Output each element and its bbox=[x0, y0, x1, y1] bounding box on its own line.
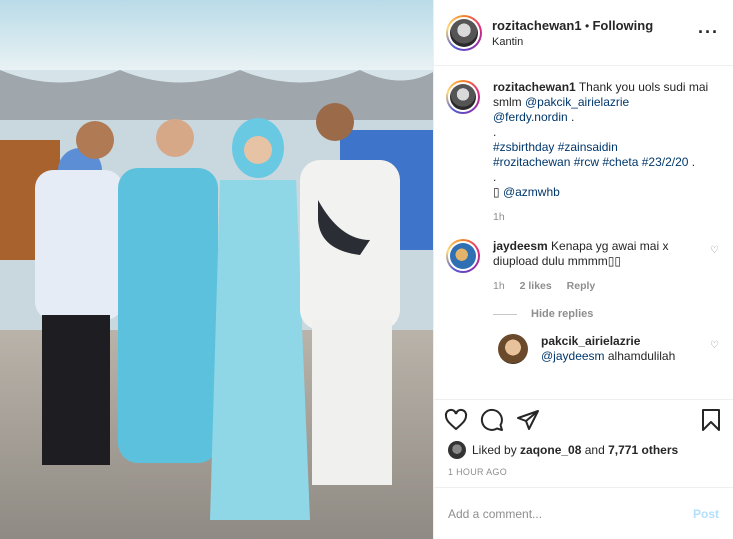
post-sidebar: rozitachewan1 • Following Kantin ··· roz… bbox=[433, 0, 733, 539]
liker-avatar[interactable] bbox=[448, 441, 466, 459]
add-comment-input[interactable] bbox=[448, 506, 693, 521]
commenter-avatar[interactable] bbox=[446, 239, 480, 273]
photo-illustration bbox=[0, 0, 433, 539]
hashtag-links[interactable]: #rozitachewan #rcw #cheta #23/2/20 bbox=[493, 155, 688, 169]
comments-list[interactable]: rozitachewan1 Thank you uols sudi mai sm… bbox=[434, 66, 733, 399]
comment-likes[interactable]: 2 likes bbox=[520, 280, 552, 292]
mention-link[interactable]: @ferdy.nordin bbox=[493, 110, 568, 124]
comment-icon[interactable] bbox=[480, 408, 504, 432]
reply-mention-link[interactable]: @jaydeesm bbox=[541, 349, 605, 363]
caption-text: . bbox=[688, 155, 696, 169]
author-username[interactable]: rozitachewan1 bbox=[492, 18, 582, 33]
hide-replies-button[interactable]: Hide replies bbox=[493, 308, 719, 320]
caption-username[interactable]: rozitachewan1 bbox=[493, 80, 576, 94]
post-timestamp[interactable]: 1 HOUR AGO bbox=[434, 461, 733, 487]
likes-prefix: Liked by bbox=[472, 443, 517, 457]
liker-username[interactable]: zaqone_08 bbox=[520, 443, 581, 457]
post-photo[interactable] bbox=[0, 0, 433, 539]
likes-count[interactable]: 7,771 others bbox=[608, 443, 678, 457]
post-button[interactable]: Post bbox=[693, 507, 719, 521]
divider-line bbox=[493, 313, 517, 315]
caption-text: . bbox=[567, 110, 575, 124]
share-icon[interactable] bbox=[516, 408, 540, 432]
hashtag-links[interactable]: #zsbirthday #zainsaidin bbox=[493, 140, 618, 154]
reply-text: alhamdulilah bbox=[604, 349, 676, 363]
reply-comment: pakcik_airielazrie @jaydeesm alhamdulila… bbox=[498, 334, 719, 364]
caption-dot: . bbox=[493, 125, 497, 139]
post-header: rozitachewan1 • Following Kantin ··· bbox=[434, 0, 733, 66]
following-button[interactable]: Following bbox=[592, 18, 653, 33]
add-comment-bar: Post bbox=[434, 487, 733, 539]
reply-like-icon[interactable]: ♡ bbox=[710, 340, 719, 364]
hide-replies-label: Hide replies bbox=[531, 308, 594, 320]
reply-avatar[interactable] bbox=[498, 334, 528, 364]
bookmark-icon[interactable] bbox=[699, 408, 723, 432]
action-bar bbox=[434, 399, 733, 439]
author-avatar[interactable] bbox=[446, 14, 482, 51]
header-separator: • bbox=[584, 18, 590, 33]
credit-mention-link[interactable]: @azmwhb bbox=[503, 185, 560, 199]
likes-summary: Liked by zaqone_08 and 7,771 others bbox=[434, 439, 733, 461]
likes-middle: and bbox=[584, 443, 605, 457]
commenter-username[interactable]: jaydeesm bbox=[493, 239, 548, 253]
more-icon[interactable]: ··· bbox=[698, 22, 719, 43]
caption-dot: . bbox=[493, 170, 497, 184]
caption-time[interactable]: 1h bbox=[493, 211, 505, 223]
comment-time[interactable]: 1h bbox=[493, 280, 505, 292]
mention-link[interactable]: @pakcik_airielazrie bbox=[525, 95, 629, 109]
camera-icon: ▯ bbox=[493, 185, 500, 199]
heart-icon[interactable] bbox=[444, 408, 468, 432]
comment: jaydeesm Kenapa yg awai mai x diupload d… bbox=[446, 239, 719, 294]
comment-like-icon[interactable]: ♡ bbox=[710, 245, 719, 294]
caption: rozitachewan1 Thank you uols sudi mai sm… bbox=[446, 80, 719, 225]
caption-avatar[interactable] bbox=[446, 80, 480, 114]
reply-button[interactable]: Reply bbox=[567, 280, 596, 292]
reply-username[interactable]: pakcik_airielazrie bbox=[541, 334, 640, 348]
location-link[interactable]: Kantin bbox=[492, 36, 698, 48]
